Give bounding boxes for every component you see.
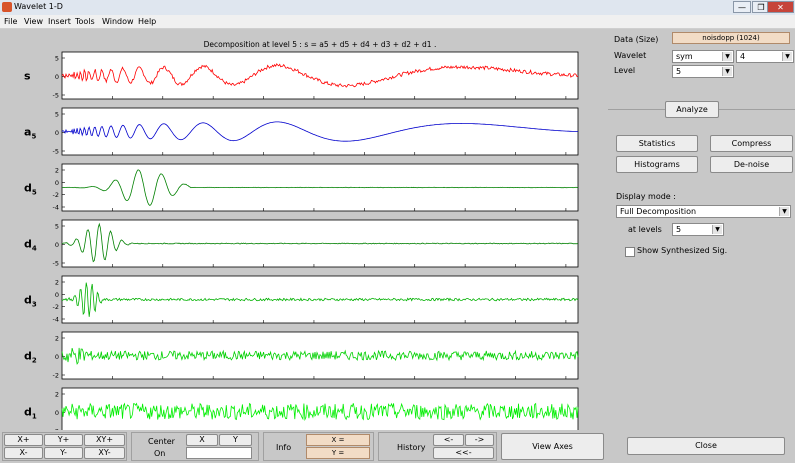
subplot-label: s — [24, 70, 31, 83]
center-on-field[interactable] — [186, 447, 252, 459]
y-tick-label: -5 — [53, 92, 59, 100]
plot-area: Decomposition at level 5 : s = a5 + d5 +… — [0, 29, 608, 446]
menu-tools[interactable]: Tools — [75, 17, 95, 26]
title-bar: Wavelet 1-D — ❐ ✕ — [0, 0, 795, 16]
zoom-xy-minus-button[interactable]: XY- — [84, 447, 125, 459]
level-value: 5 — [676, 67, 682, 76]
y-tick-label: -5 — [53, 148, 59, 156]
history-back-button[interactable]: <- — [433, 434, 464, 446]
y-tick-label: -5 — [53, 260, 59, 268]
menu-window[interactable]: Window — [102, 17, 134, 26]
y-tick-label: -2 — [53, 372, 59, 380]
at-levels-label: at levels — [628, 225, 662, 234]
zoom-xy-plus-button[interactable]: XY+ — [84, 434, 125, 446]
wavelet-order-value: 4 — [740, 52, 746, 61]
subplot-label: a5 — [24, 126, 36, 141]
y-tick-label: 2 — [55, 335, 59, 343]
chevron-down-icon: ▼ — [779, 207, 789, 216]
y-tick-label: 5 — [55, 111, 59, 119]
bottom-toolbar: X+ Y+ XY+ X- Y- XY- Center X Y On Info X… — [0, 430, 608, 463]
show-synthesized-label: Show Synthesized Sig. — [637, 246, 728, 255]
info-x-value: X = — [306, 434, 370, 446]
y-tick-label: 0 — [55, 129, 59, 137]
display-mode-label: Display mode : — [616, 192, 676, 201]
info-y-value: Y = — [306, 447, 370, 459]
close-button[interactable]: Close — [627, 437, 785, 455]
y-tick-label: -2 — [53, 303, 59, 311]
y-tick-label: 2 — [55, 391, 59, 399]
center-y-button[interactable]: Y — [219, 434, 252, 446]
show-synthesized-checkbox[interactable] — [625, 247, 635, 257]
y-tick-label: 2 — [55, 279, 59, 287]
chevron-down-icon: ▼ — [712, 225, 722, 234]
subplot-label: d1 — [24, 406, 37, 421]
level-select[interactable]: 5 ▼ — [672, 65, 734, 78]
menu-view[interactable]: View — [24, 17, 43, 26]
window-title: Wavelet 1-D — [14, 2, 63, 11]
denoise-button[interactable]: De-noise — [710, 156, 793, 173]
chevron-down-icon: ▼ — [722, 67, 732, 76]
subplot-axes[interactable] — [61, 275, 579, 324]
y-tick-label: 5 — [55, 55, 59, 63]
y-tick-label: -4 — [53, 204, 59, 212]
at-levels-value: 5 — [676, 225, 682, 234]
y-tick-label: 0 — [55, 409, 59, 417]
minimize-button[interactable]: — — [733, 1, 751, 13]
y-tick-label: 0 — [55, 353, 59, 361]
chevron-down-icon: ▼ — [782, 52, 792, 61]
at-levels-select[interactable]: 5 ▼ — [672, 223, 724, 236]
plot-title: Decomposition at level 5 : s = a5 + d5 +… — [204, 40, 437, 49]
view-axes-button[interactable]: View Axes — [501, 433, 604, 460]
y-tick-label: 0 — [55, 291, 59, 299]
wavelet-family-select[interactable]: sym ▼ — [672, 50, 734, 63]
wavelet-label: Wavelet — [614, 51, 647, 60]
subplot-axes[interactable] — [61, 107, 579, 156]
center-x-button[interactable]: X — [186, 434, 218, 446]
subplot-axes[interactable] — [61, 51, 579, 100]
history-label: History — [397, 443, 426, 452]
menu-insert[interactable]: Insert — [48, 17, 71, 26]
y-tick-label: 0 — [55, 73, 59, 81]
zoom-x-minus-button[interactable]: X- — [4, 447, 43, 459]
zoom-x-plus-button[interactable]: X+ — [4, 434, 43, 446]
statistics-button[interactable]: Statistics — [616, 135, 698, 152]
matlab-app-icon — [2, 2, 12, 12]
zoom-y-plus-button[interactable]: Y+ — [44, 434, 83, 446]
data-size-label: Data (Size) — [614, 35, 659, 44]
zoom-y-minus-button[interactable]: Y- — [44, 447, 83, 459]
subplot-label: d4 — [24, 238, 37, 253]
decomposition-plots[interactable]: Decomposition at level 5 : s = a5 + d5 +… — [0, 29, 608, 446]
y-tick-label: -2 — [53, 191, 59, 199]
history-first-button[interactable]: <<- — [433, 447, 494, 459]
menu-file[interactable]: File — [4, 17, 17, 26]
display-mode-select[interactable]: Full Decomposition ▼ — [616, 205, 791, 218]
display-mode-value: Full Decomposition — [620, 207, 697, 216]
y-tick-label: 0 — [55, 241, 59, 249]
level-label: Level — [614, 66, 636, 75]
center-label: Center — [148, 437, 175, 446]
center-on-label: On — [154, 449, 166, 458]
chevron-down-icon: ▼ — [722, 52, 732, 61]
compress-button[interactable]: Compress — [710, 135, 793, 152]
wavelet-order-select[interactable]: 4 ▼ — [736, 50, 794, 63]
y-tick-label: 0 — [55, 179, 59, 187]
analyze-button[interactable]: Analyze — [665, 101, 719, 118]
subplot-label: d2 — [24, 350, 37, 365]
menu-bar: File View Insert Tools Window Help — [0, 15, 795, 29]
data-value: noisdopp (1024) — [672, 32, 790, 44]
y-tick-label: 2 — [55, 167, 59, 175]
wavelet-family-value: sym — [676, 52, 693, 61]
history-forward-button[interactable]: -> — [465, 434, 494, 446]
y-tick-label: -4 — [53, 316, 59, 324]
close-window-button[interactable]: ✕ — [767, 1, 794, 13]
subplot-label: d5 — [24, 182, 37, 197]
y-tick-label: 5 — [55, 223, 59, 231]
subplot-label: d3 — [24, 294, 37, 309]
info-label: Info — [276, 443, 292, 452]
histograms-button[interactable]: Histograms — [616, 156, 698, 173]
menu-help[interactable]: Help — [138, 17, 156, 26]
control-panel: Data (Size) noisdopp (1024) Wavelet sym … — [608, 29, 795, 463]
